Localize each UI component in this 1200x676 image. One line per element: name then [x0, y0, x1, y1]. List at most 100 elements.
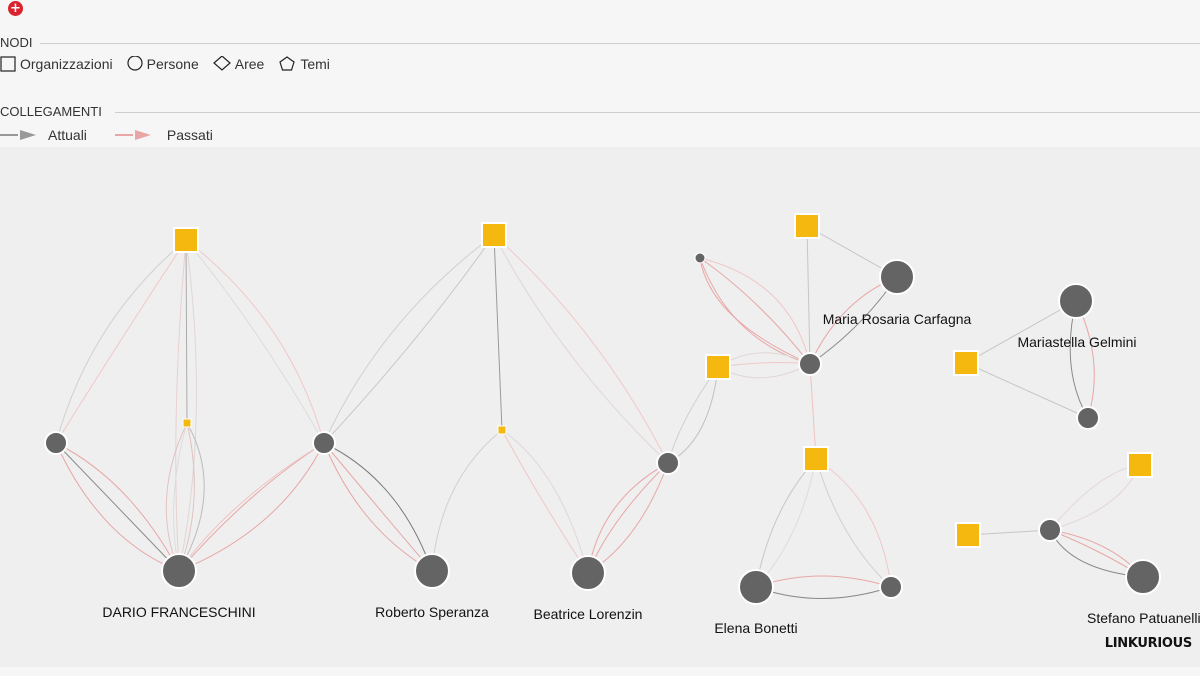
person-node-bonetti[interactable] — [738, 569, 774, 605]
divider — [40, 43, 1200, 44]
edge — [185, 239, 325, 444]
person-node-gelmini[interactable] — [1058, 283, 1094, 319]
organization-node[interactable] — [955, 522, 981, 548]
person-node-carfagna[interactable] — [879, 259, 915, 295]
edge — [493, 234, 669, 464]
top-panel: + NODI Organizzazioni Persone Aree Temi … — [0, 0, 1200, 147]
node-label-franceschini: DARIO FRANCESCHINI — [102, 604, 255, 620]
organization-node[interactable] — [705, 354, 731, 380]
edge — [755, 458, 817, 588]
legend-label: Temi — [300, 56, 330, 72]
linkurious-logo: LINKURIOUS — [1104, 636, 1193, 651]
diamond-icon — [212, 56, 231, 71]
edge — [667, 366, 719, 464]
organization-node[interactable] — [497, 425, 507, 435]
edge — [809, 363, 817, 460]
edge — [755, 458, 817, 588]
person-node-speranza[interactable] — [414, 553, 450, 589]
edge — [667, 366, 719, 464]
node-label-bonetti: Elena Bonetti — [714, 620, 797, 636]
node-label-speranza: Roberto Speranza — [375, 604, 489, 620]
legend-item-organizzazioni[interactable]: Organizzazioni — [0, 56, 113, 72]
edge — [175, 239, 187, 572]
edge — [185, 239, 325, 444]
add-button[interactable]: + — [8, 1, 23, 16]
organization-node[interactable] — [794, 213, 820, 239]
legend-item-temi[interactable]: Temi — [278, 56, 330, 72]
links-legend-title: COLLEGAMENTI — [0, 104, 102, 119]
edge — [178, 442, 325, 572]
legend-item-persone[interactable]: Persone — [127, 56, 199, 72]
legend-label: Attuali — [48, 127, 87, 143]
legend-item-aree[interactable]: Aree — [212, 56, 265, 72]
edge — [717, 363, 811, 379]
person-node[interactable] — [44, 431, 68, 455]
person-node[interactable] — [312, 431, 336, 455]
legend-label: Aree — [234, 56, 265, 72]
legend-label: Persone — [146, 56, 199, 72]
person-node[interactable] — [694, 252, 706, 264]
node-label-carfagna: Maria Rosaria Carfagna — [823, 311, 972, 327]
legend-item-attuali[interactable]: Attuali — [0, 127, 87, 143]
edge — [501, 429, 589, 574]
edge — [806, 225, 811, 365]
edge — [699, 257, 811, 365]
divider — [115, 112, 1200, 113]
edge — [1049, 464, 1141, 531]
person-node-franceschini[interactable] — [161, 553, 197, 589]
edge — [587, 462, 669, 574]
person-node-lorenzin[interactable] — [570, 555, 606, 591]
arrow-icon — [114, 130, 151, 140]
edge — [55, 442, 180, 572]
edge — [717, 362, 811, 368]
edge — [178, 442, 325, 572]
edge — [755, 575, 892, 588]
organization-node[interactable] — [173, 227, 199, 253]
edge — [755, 586, 892, 599]
organization-node[interactable] — [1127, 452, 1153, 478]
network-graph[interactable]: DARIO FRANCESCHINI Roberto Speranza Beat… — [0, 147, 1200, 667]
node-types-legend: Organizzazioni Persone Aree Temi — [0, 56, 344, 72]
organization-node[interactable] — [182, 418, 192, 428]
edge — [165, 422, 188, 572]
edge — [178, 442, 325, 572]
organization-node[interactable] — [803, 446, 829, 472]
edge — [323, 442, 433, 572]
person-node-patuanelli[interactable] — [1125, 559, 1161, 595]
node-label-patuanelli: Stefano Patuanelli — [1087, 610, 1200, 626]
pentagon-icon — [279, 56, 296, 71]
person-node[interactable] — [1038, 518, 1062, 542]
edge — [185, 239, 188, 424]
node-label-gelmini: Mariastella Gelmini — [1017, 334, 1136, 350]
edge — [815, 458, 892, 588]
edge — [815, 458, 892, 588]
edge — [965, 362, 1089, 419]
edge — [493, 234, 669, 464]
legend-label: Passati — [166, 127, 213, 143]
edge — [501, 429, 589, 574]
edge — [699, 257, 811, 365]
person-node[interactable] — [798, 352, 822, 376]
organization-node[interactable] — [481, 222, 507, 248]
legend-label: Organizzazioni — [20, 56, 113, 72]
graph-canvas[interactable]: DARIO FRANCESCHINI Roberto Speranza Beat… — [0, 147, 1200, 667]
edge — [587, 462, 669, 574]
nodes-legend-title: NODI — [0, 35, 33, 50]
legend-item-passati[interactable]: Passati — [114, 127, 213, 143]
edge — [493, 234, 503, 431]
square-icon — [0, 56, 16, 72]
edge — [1049, 464, 1141, 531]
edge — [323, 234, 495, 444]
arrow-icon — [0, 130, 36, 140]
edge — [699, 257, 811, 365]
edge — [587, 462, 669, 574]
node-label-lorenzin: Beatrice Lorenzin — [534, 606, 643, 622]
person-node[interactable] — [1076, 406, 1100, 430]
person-node[interactable] — [879, 575, 903, 599]
person-node[interactable] — [656, 451, 680, 475]
edge — [55, 239, 187, 444]
edge — [431, 429, 503, 572]
organization-node[interactable] — [953, 350, 979, 376]
edge — [965, 300, 1077, 364]
bottom-strip — [0, 667, 1200, 676]
